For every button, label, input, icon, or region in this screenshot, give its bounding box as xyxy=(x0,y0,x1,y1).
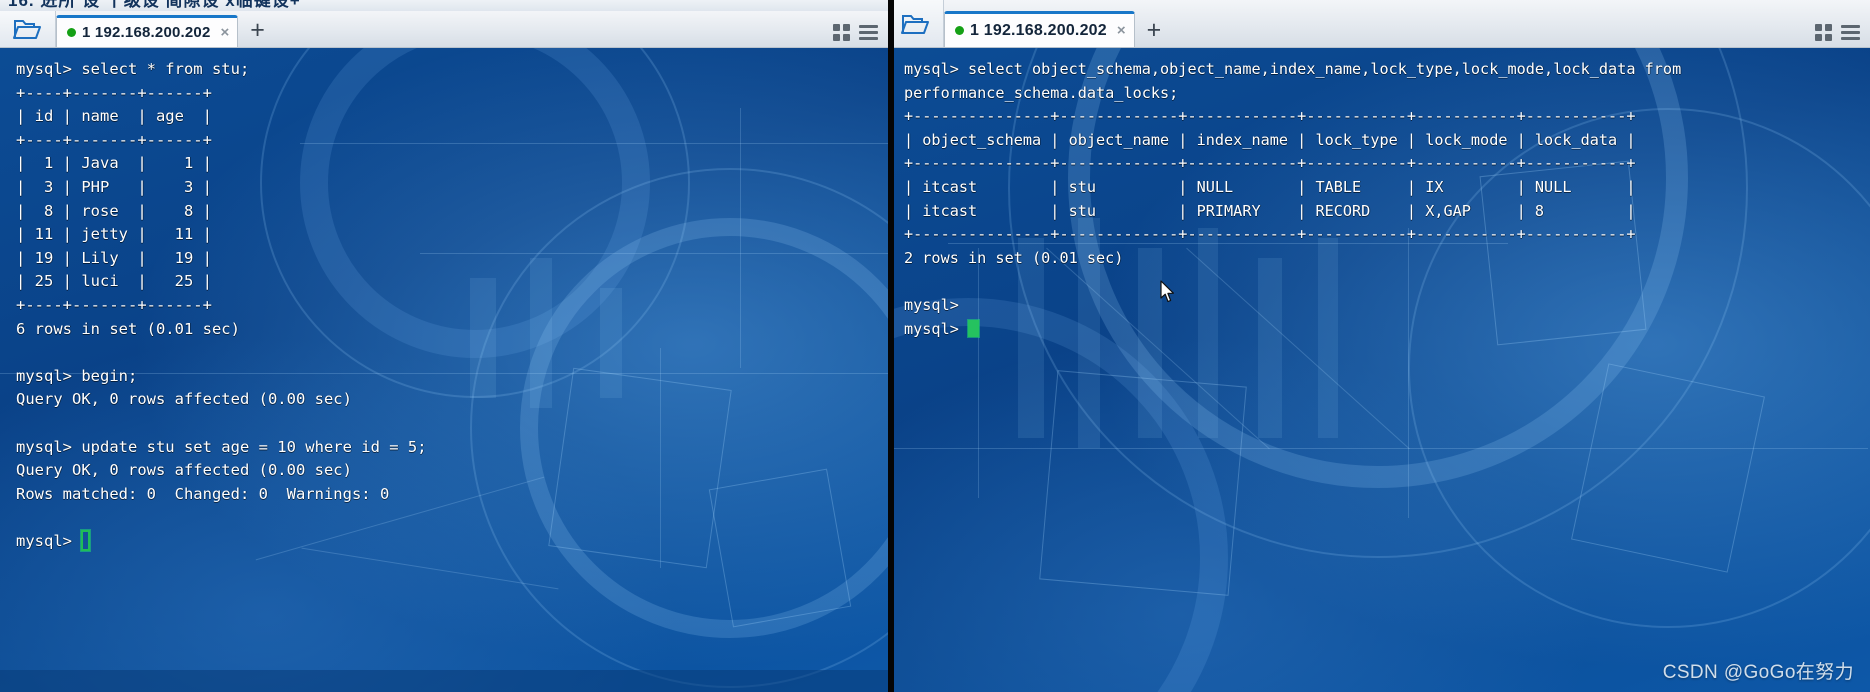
open-folder-icon xyxy=(900,14,929,34)
text-cursor xyxy=(968,319,980,337)
tabbar-right-tools-left xyxy=(833,24,888,47)
tabbar-left: 1 192.168.200.202 × + xyxy=(0,11,888,48)
open-folder-button-right[interactable] xyxy=(888,0,944,47)
tab-title-right: 1 192.168.200.202 xyxy=(970,21,1107,39)
tab-session-left[interactable]: 1 192.168.200.202 × xyxy=(56,15,239,47)
close-icon[interactable]: × xyxy=(221,24,230,41)
open-folder-button-left[interactable] xyxy=(0,11,56,47)
new-tab-button-left[interactable]: + xyxy=(238,18,277,47)
terminal-output-right: mysql> select object_schema,object_name,… xyxy=(904,60,1682,338)
tab-title-left: 1 192.168.200.202 xyxy=(82,24,211,41)
watermark: CSDN @GoGo在努力 xyxy=(1662,662,1854,683)
tabbar-right: 1 192.168.200.202 × + xyxy=(888,0,1870,48)
grid-view-icon[interactable] xyxy=(1815,24,1832,41)
new-tab-button-right[interactable]: + xyxy=(1135,18,1174,47)
tab-session-right[interactable]: 1 192.168.200.202 × xyxy=(944,11,1135,47)
text-cursor xyxy=(81,529,91,551)
terminal-footer-band-left xyxy=(0,670,888,692)
terminal-output-left: mysql> select * from stu; +----+-------+… xyxy=(16,60,427,551)
terminal-body-left[interactable]: mysql> select * from stu; +----+-------+… xyxy=(0,48,888,692)
tabbar-right-tools-right xyxy=(1815,24,1870,47)
close-icon[interactable]: × xyxy=(1117,22,1126,39)
open-folder-icon xyxy=(12,20,41,39)
grid-view-icon[interactable] xyxy=(833,24,850,41)
mouse-cursor-icon xyxy=(1160,280,1174,303)
list-view-icon[interactable] xyxy=(859,25,878,40)
screenshot-root: 16. 进所 设 十级设 简隙设 x临键设+ 1 192.168.200.202… xyxy=(0,0,1870,692)
connection-status-dot xyxy=(955,26,964,35)
terminal-window-left: 1 192.168.200.202 × + mysql> select * fr… xyxy=(0,0,888,692)
terminal-window-right: 1 192.168.200.202 × + mysql> select obje… xyxy=(888,0,1870,692)
terminal-body-right[interactable]: mysql> select object_schema,object_name,… xyxy=(888,48,1870,692)
list-view-icon[interactable] xyxy=(1841,25,1860,40)
connection-status-dot xyxy=(67,28,76,37)
